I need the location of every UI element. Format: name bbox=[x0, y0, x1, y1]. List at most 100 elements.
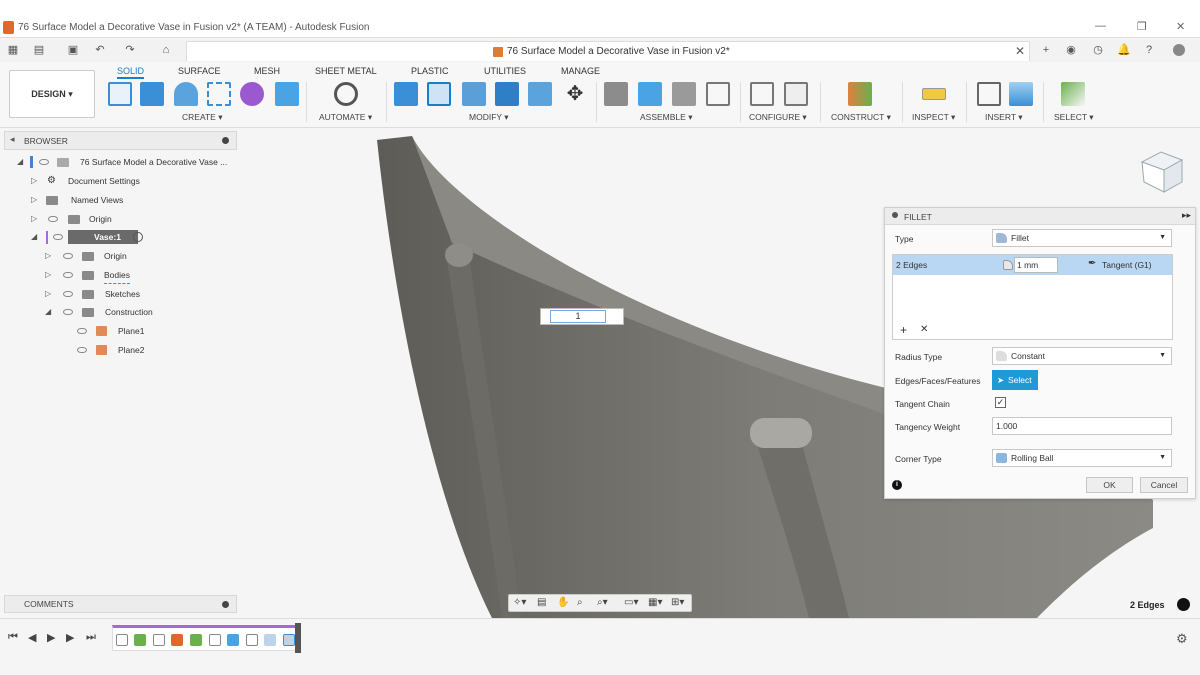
configure-group-label[interactable]: CONFIGURE ▾ bbox=[749, 112, 807, 123]
viewports-icon[interactable]: ⊞▾ bbox=[671, 597, 684, 608]
add-selection-icon[interactable]: + bbox=[900, 323, 907, 337]
browser-pin-icon[interactable] bbox=[222, 137, 229, 144]
expand-triangle-icon[interactable]: ▷ bbox=[45, 267, 51, 283]
step-forward-icon[interactable]: ▶ bbox=[66, 631, 74, 644]
collapse-triangle-icon[interactable]: ◢ bbox=[17, 154, 23, 170]
modify-group-label[interactable]: MODIFY ▾ bbox=[469, 112, 509, 123]
selection-row[interactable]: 2 Edges 1 mm ✒ Tangent (G1) bbox=[893, 255, 1172, 275]
expand-triangle-icon[interactable]: ▷ bbox=[31, 192, 37, 208]
tab-sheet-metal[interactable]: SHEET METAL bbox=[315, 66, 377, 76]
remove-selection-icon[interactable]: ✕ bbox=[920, 324, 928, 335]
visibility-eye-icon[interactable] bbox=[53, 234, 63, 240]
pan-hand-icon[interactable]: ✋ bbox=[557, 597, 569, 608]
undo-icon[interactable]: ↶ bbox=[94, 44, 106, 56]
grid-settings-icon[interactable]: ▦▾ bbox=[648, 597, 662, 608]
select-button[interactable]: ➤ Select bbox=[992, 370, 1038, 390]
construct-group-label[interactable]: CONSTRUCT ▾ bbox=[831, 112, 891, 123]
create-group-label[interactable]: CREATE ▾ bbox=[182, 112, 223, 123]
insert-derive-icon[interactable] bbox=[977, 82, 1001, 106]
tab-utilities[interactable]: UTILITIES bbox=[484, 66, 526, 76]
notifications-icon[interactable]: 🔔 bbox=[1117, 44, 1131, 56]
redo-icon[interactable]: ↷ bbox=[124, 44, 136, 56]
extensions-icon[interactable]: ◉ bbox=[1065, 44, 1077, 56]
play-icon[interactable]: ▶ bbox=[47, 631, 55, 644]
corner-type-dropdown[interactable]: Rolling Ball ▼ bbox=[992, 449, 1172, 467]
continuity-value[interactable]: Tangent (G1) bbox=[1102, 260, 1152, 270]
job-status-icon[interactable]: ◷ bbox=[1092, 44, 1104, 56]
collapse-chevron-icon[interactable]: ◂ bbox=[10, 134, 15, 145]
tab-plastic[interactable]: PLASTIC bbox=[411, 66, 449, 76]
ok-button[interactable]: OK bbox=[1086, 477, 1133, 493]
comments-pin-icon[interactable] bbox=[222, 601, 229, 608]
timeline-fillet-icon[interactable] bbox=[283, 634, 295, 646]
dialog-pin-icon[interactable] bbox=[892, 212, 898, 218]
revolve-icon[interactable] bbox=[174, 82, 198, 106]
save-icon[interactable]: ▣ bbox=[67, 44, 79, 56]
view-cube[interactable] bbox=[1130, 140, 1192, 202]
expand-dialog-icon[interactable]: ▸▸ bbox=[1182, 210, 1191, 221]
fillet-dialog-header[interactable]: FILLET ▸▸ bbox=[885, 208, 1195, 225]
timeline-sketch-icon[interactable] bbox=[209, 634, 221, 646]
tangent-chain-checkbox[interactable]: ✓ bbox=[995, 397, 1006, 408]
info-icon[interactable]: i bbox=[892, 480, 902, 490]
home-icon[interactable]: ⌂ bbox=[160, 44, 172, 56]
look-at-icon[interactable]: ▤ bbox=[537, 597, 546, 608]
tree-component-vase[interactable]: ◢ Vase:1 bbox=[28, 229, 152, 245]
visibility-eye-icon[interactable] bbox=[63, 272, 73, 278]
timeline-plane-icon[interactable] bbox=[134, 634, 146, 646]
measure-icon[interactable] bbox=[922, 88, 946, 100]
visibility-eye-icon[interactable] bbox=[63, 253, 73, 259]
joint-icon[interactable] bbox=[638, 82, 662, 106]
combine-icon[interactable] bbox=[528, 82, 552, 106]
tree-bodies[interactable]: ▷ Bodies bbox=[42, 267, 140, 284]
help-icon[interactable]: ? bbox=[1143, 44, 1155, 56]
chamfer-icon[interactable] bbox=[462, 82, 486, 106]
timeline-thicken-icon[interactable] bbox=[227, 634, 239, 646]
tab-mesh[interactable]: MESH bbox=[254, 66, 280, 76]
radius-type-dropdown[interactable]: Constant ▼ bbox=[992, 347, 1172, 365]
zoom-icon[interactable]: ⌕ bbox=[577, 597, 583, 608]
form-icon[interactable] bbox=[240, 82, 264, 106]
new-component-icon[interactable] bbox=[604, 82, 628, 106]
visibility-eye-icon[interactable] bbox=[77, 328, 87, 334]
timeline-features[interactable] bbox=[112, 625, 298, 651]
minimize-icon[interactable]: — bbox=[1095, 20, 1106, 32]
display-settings-icon[interactable]: ▭▾ bbox=[624, 597, 638, 608]
file-icon[interactable]: ▤ bbox=[33, 44, 45, 56]
insert-canvas-icon[interactable] bbox=[1009, 82, 1033, 106]
tab-surface[interactable]: SURFACE bbox=[178, 66, 221, 76]
inline-radius-value[interactable]: 1 bbox=[550, 310, 606, 323]
activate-radio-icon[interactable] bbox=[133, 232, 143, 242]
close-tab-icon[interactable]: ✕ bbox=[1015, 44, 1025, 58]
box-icon[interactable] bbox=[275, 82, 299, 106]
design-workspace-button[interactable]: DESIGN ▾ bbox=[9, 70, 95, 118]
expand-triangle-icon[interactable]: ▷ bbox=[31, 173, 37, 189]
inline-radius-input[interactable]: 1 bbox=[540, 308, 624, 325]
browser-panel-header[interactable]: ◂ BROWSER bbox=[4, 131, 237, 150]
tree-sketches[interactable]: ▷ Sketches bbox=[42, 286, 148, 302]
step-back-icon[interactable]: ◀ bbox=[28, 631, 36, 644]
automate-icon[interactable] bbox=[334, 82, 358, 106]
tree-root[interactable]: ◢ 76 Surface Model a Decorative Vase ... bbox=[14, 154, 236, 170]
collapse-triangle-icon[interactable]: ◢ bbox=[31, 229, 37, 245]
timeline-sketch-icon[interactable] bbox=[116, 634, 128, 646]
extrude-icon[interactable] bbox=[140, 82, 164, 106]
sweep-icon[interactable] bbox=[207, 82, 231, 106]
radius-input[interactable]: 1 mm bbox=[1014, 257, 1058, 273]
fit-zoom-icon[interactable]: ⌕▾ bbox=[597, 597, 608, 608]
go-to-end-icon[interactable]: ⏭ bbox=[86, 631, 96, 644]
move-copy-icon[interactable]: ✥ bbox=[563, 82, 587, 106]
visibility-eye-icon[interactable] bbox=[63, 291, 73, 297]
timeline-fillet-icon[interactable] bbox=[264, 634, 276, 646]
insert-group-label[interactable]: INSERT ▾ bbox=[985, 112, 1023, 123]
expand-triangle-icon[interactable]: ▷ bbox=[45, 286, 51, 302]
fillet-icon[interactable] bbox=[427, 82, 451, 106]
visibility-eye-icon[interactable] bbox=[77, 347, 87, 353]
collapse-triangle-icon[interactable]: ◢ bbox=[45, 304, 51, 320]
expand-triangle-icon[interactable]: ▷ bbox=[31, 211, 37, 227]
go-to-start-icon[interactable]: ⏮ bbox=[8, 631, 18, 644]
visibility-eye-icon[interactable] bbox=[63, 309, 73, 315]
automate-group-label[interactable]: AUTOMATE ▾ bbox=[319, 112, 372, 123]
assemble-group-label[interactable]: ASSEMBLE ▾ bbox=[640, 112, 692, 123]
profile-avatar[interactable] bbox=[1173, 44, 1185, 56]
